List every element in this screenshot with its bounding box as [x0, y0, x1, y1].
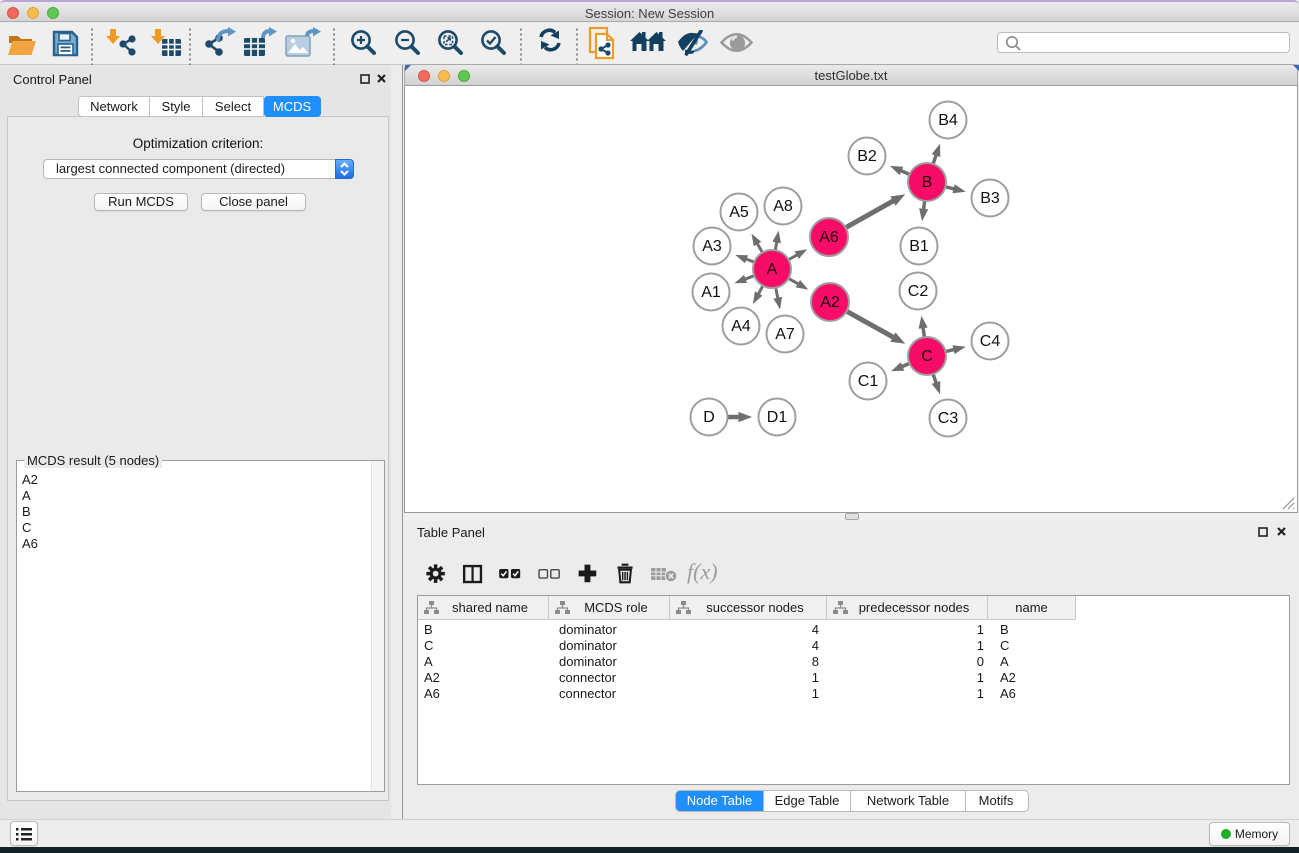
- svg-text:A1: A1: [701, 284, 721, 301]
- svg-text:B: B: [922, 174, 933, 191]
- svg-text:C4: C4: [980, 333, 1001, 350]
- svg-text:A4: A4: [731, 318, 751, 335]
- svg-text:A: A: [767, 261, 778, 278]
- svg-text:A7: A7: [775, 326, 795, 343]
- svg-text:A5: A5: [729, 204, 749, 221]
- svg-text:C2: C2: [908, 283, 929, 300]
- svg-text:B3: B3: [980, 190, 1000, 207]
- svg-text:B4: B4: [938, 112, 958, 129]
- svg-text:D1: D1: [767, 409, 788, 426]
- svg-text:C3: C3: [938, 410, 959, 427]
- svg-text:A6: A6: [819, 229, 839, 246]
- svg-text:D: D: [703, 409, 715, 426]
- svg-text:B2: B2: [857, 148, 877, 165]
- svg-text:C1: C1: [858, 373, 879, 390]
- svg-text:A3: A3: [702, 238, 722, 255]
- svg-text:A2: A2: [820, 294, 840, 311]
- svg-text:A8: A8: [773, 198, 793, 215]
- svg-text:B1: B1: [909, 238, 929, 255]
- svg-text:C: C: [921, 348, 933, 365]
